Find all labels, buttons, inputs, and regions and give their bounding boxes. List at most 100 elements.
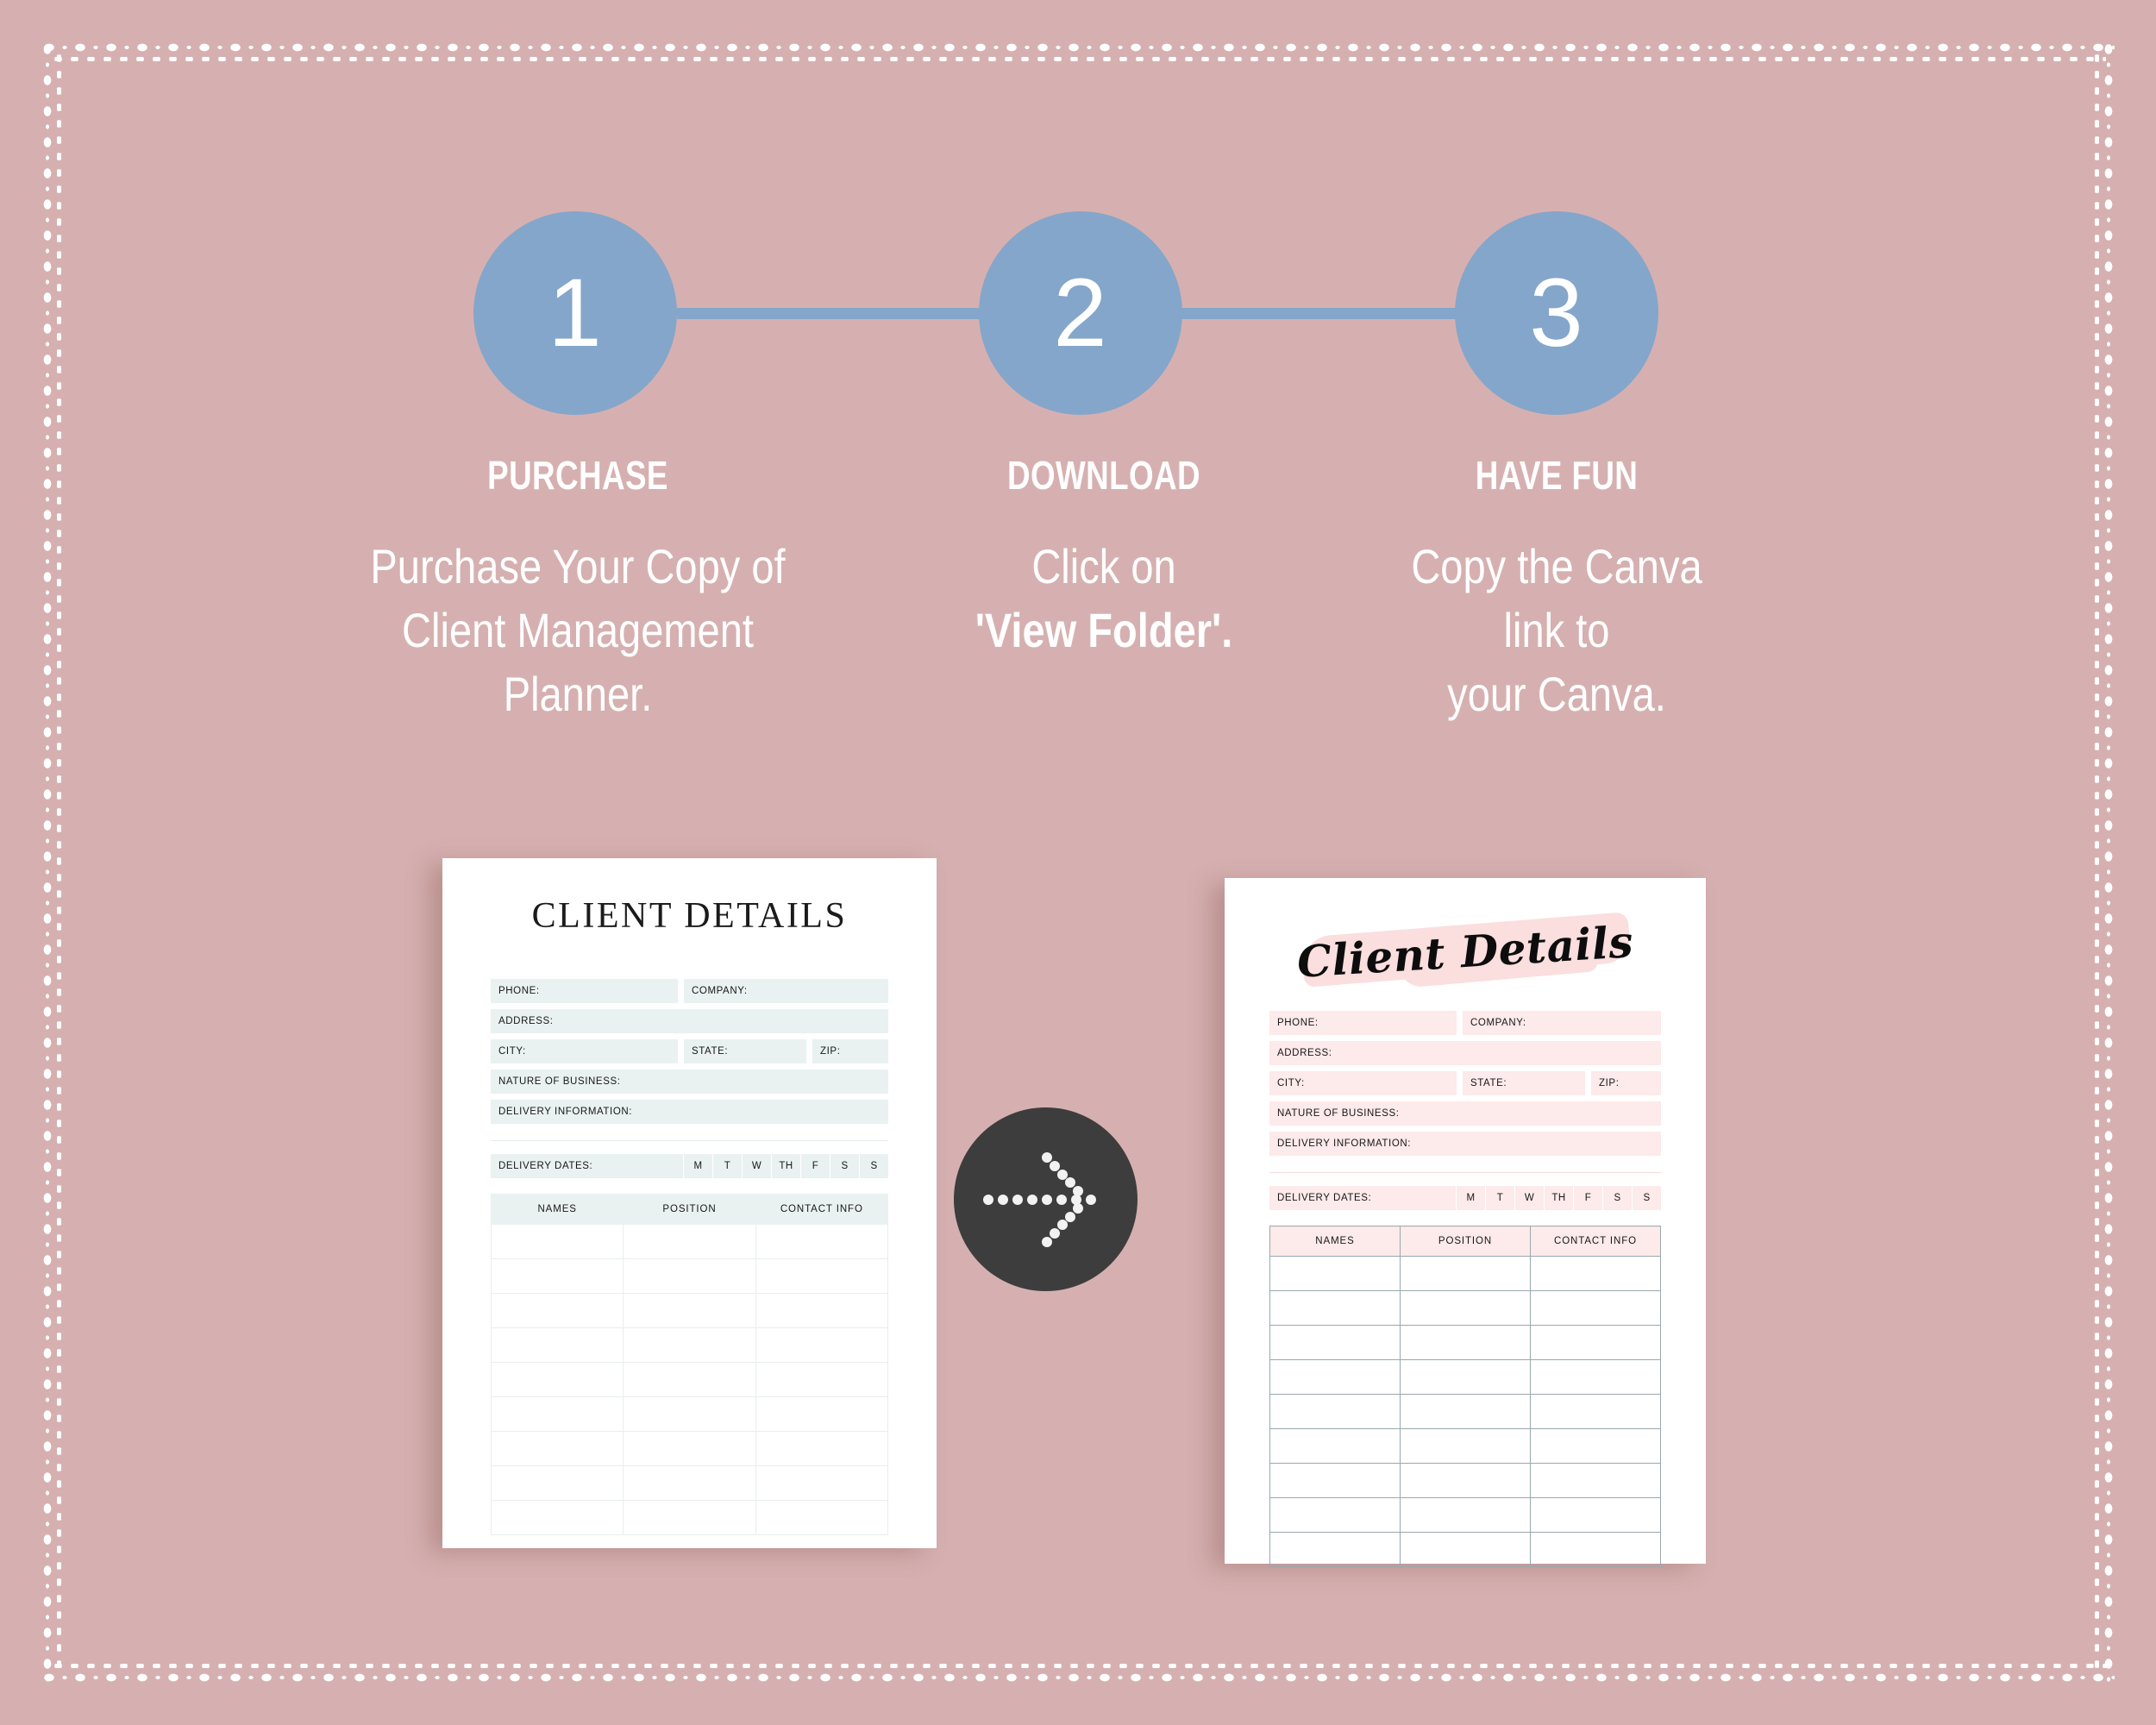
table-cell[interactable] <box>490 1293 624 1328</box>
table-cell[interactable] <box>1269 1463 1401 1498</box>
step-circle-3[interactable]: 3 <box>1455 211 1658 415</box>
table-cell[interactable] <box>1400 1325 1531 1360</box>
table-row[interactable] <box>1269 1532 1661 1567</box>
table-cell[interactable] <box>623 1293 756 1328</box>
field-address[interactable]: ADDRESS: <box>491 1009 888 1033</box>
field-city[interactable]: CITY: <box>491 1039 678 1063</box>
step-circle-2[interactable]: 2 <box>979 211 1182 415</box>
table-cell[interactable] <box>623 1396 756 1432</box>
table-cell[interactable] <box>755 1500 889 1535</box>
day-cell-sa[interactable]: S <box>830 1154 859 1178</box>
table-cell[interactable] <box>490 1224 624 1259</box>
table-cell[interactable] <box>1269 1497 1401 1533</box>
table-row[interactable] <box>1269 1463 1661 1498</box>
table-cell[interactable] <box>1530 1325 1661 1360</box>
table-cell[interactable] <box>1400 1532 1531 1567</box>
table-cell[interactable] <box>1269 1325 1401 1360</box>
day-cell-su[interactable]: S <box>859 1154 888 1178</box>
table-cell[interactable] <box>490 1465 624 1501</box>
day-cell-sa[interactable]: S <box>1602 1186 1632 1210</box>
day-cell-su[interactable]: S <box>1632 1186 1661 1210</box>
table-cell[interactable] <box>623 1431 756 1466</box>
document-preview-right[interactable]: Client Details PHONE: COMPANY: ADDRESS: … <box>1225 878 1706 1567</box>
table-row[interactable] <box>490 1500 889 1535</box>
table-cell[interactable] <box>755 1224 889 1259</box>
table-cell[interactable] <box>623 1465 756 1501</box>
table-cell[interactable] <box>623 1327 756 1363</box>
field-zip[interactable]: ZIP: <box>812 1039 888 1063</box>
table-cell[interactable] <box>755 1431 889 1466</box>
table-cell[interactable] <box>1400 1256 1531 1291</box>
table-cell[interactable] <box>490 1362 624 1397</box>
table-cell[interactable] <box>490 1396 624 1432</box>
day-cell-w[interactable]: W <box>742 1154 771 1178</box>
table-row[interactable] <box>1269 1428 1661 1464</box>
table-cell[interactable] <box>1530 1532 1661 1567</box>
field-city[interactable]: CITY: <box>1269 1071 1457 1095</box>
field-delivery-information[interactable]: DELIVERY INFORMATION: <box>491 1100 888 1124</box>
day-cell-t[interactable]: T <box>1485 1186 1514 1210</box>
day-cell-th[interactable]: TH <box>771 1154 800 1178</box>
field-company[interactable]: COMPANY: <box>684 979 888 1003</box>
table-row[interactable] <box>490 1327 889 1363</box>
day-cell-f[interactable]: F <box>800 1154 830 1178</box>
table-cell[interactable] <box>623 1362 756 1397</box>
document-preview-left[interactable]: CLIENT DETAILS PHONE: COMPANY: ADDRESS: … <box>442 858 937 1548</box>
table-cell[interactable] <box>1530 1359 1661 1395</box>
table-cell[interactable] <box>1530 1290 1661 1326</box>
day-cell-t[interactable]: T <box>712 1154 742 1178</box>
day-cell-m[interactable]: M <box>1456 1186 1485 1210</box>
table-cell[interactable] <box>755 1258 889 1294</box>
table-cell[interactable] <box>1530 1256 1661 1291</box>
day-cell-m[interactable]: M <box>683 1154 712 1178</box>
table-row[interactable] <box>490 1293 889 1328</box>
step-circle-1[interactable]: 1 <box>473 211 677 415</box>
table-cell[interactable] <box>623 1224 756 1259</box>
table-cell[interactable] <box>623 1500 756 1535</box>
table-cell[interactable] <box>1400 1290 1531 1326</box>
table-cell[interactable] <box>1269 1290 1401 1326</box>
table-cell[interactable] <box>1400 1394 1531 1429</box>
table-row[interactable] <box>490 1431 889 1466</box>
table-cell[interactable] <box>1400 1497 1531 1533</box>
day-cell-th[interactable]: TH <box>1544 1186 1573 1210</box>
table-row[interactable] <box>1269 1359 1661 1395</box>
table-cell[interactable] <box>1400 1463 1531 1498</box>
table-row[interactable] <box>490 1224 889 1259</box>
field-nature-of-business[interactable]: NATURE OF BUSINESS: <box>1269 1101 1661 1126</box>
table-cell[interactable] <box>755 1465 889 1501</box>
table-cell[interactable] <box>1530 1463 1661 1498</box>
table-cell[interactable] <box>1530 1428 1661 1464</box>
field-zip[interactable]: ZIP: <box>1591 1071 1661 1095</box>
table-cell[interactable] <box>1530 1394 1661 1429</box>
table-row[interactable] <box>1269 1394 1661 1429</box>
field-delivery-information[interactable]: DELIVERY INFORMATION: <box>1269 1132 1661 1156</box>
field-nature-of-business[interactable]: NATURE OF BUSINESS: <box>491 1070 888 1094</box>
field-phone[interactable]: PHONE: <box>491 979 678 1003</box>
table-cell[interactable] <box>1269 1394 1401 1429</box>
table-row[interactable] <box>490 1396 889 1432</box>
table-cell[interactable] <box>755 1362 889 1397</box>
table-cell[interactable] <box>1400 1428 1531 1464</box>
table-row[interactable] <box>490 1362 889 1397</box>
table-row[interactable] <box>1269 1497 1661 1533</box>
day-cell-f[interactable]: F <box>1573 1186 1602 1210</box>
field-state[interactable]: STATE: <box>1463 1071 1585 1095</box>
table-row[interactable] <box>490 1258 889 1294</box>
table-cell[interactable] <box>1269 1359 1401 1395</box>
table-cell[interactable] <box>490 1258 624 1294</box>
table-cell[interactable] <box>490 1327 624 1363</box>
field-company[interactable]: COMPANY: <box>1463 1011 1661 1035</box>
table-cell[interactable] <box>1269 1256 1401 1291</box>
table-cell[interactable] <box>490 1431 624 1466</box>
table-cell[interactable] <box>623 1258 756 1294</box>
table-cell[interactable] <box>1400 1359 1531 1395</box>
table-row[interactable] <box>1269 1256 1661 1291</box>
table-cell[interactable] <box>755 1327 889 1363</box>
table-cell[interactable] <box>1269 1532 1401 1567</box>
table-cell[interactable] <box>755 1293 889 1328</box>
table-row[interactable] <box>1269 1325 1661 1360</box>
table-cell[interactable] <box>1530 1497 1661 1533</box>
table-row[interactable] <box>490 1465 889 1501</box>
table-cell[interactable] <box>755 1396 889 1432</box>
